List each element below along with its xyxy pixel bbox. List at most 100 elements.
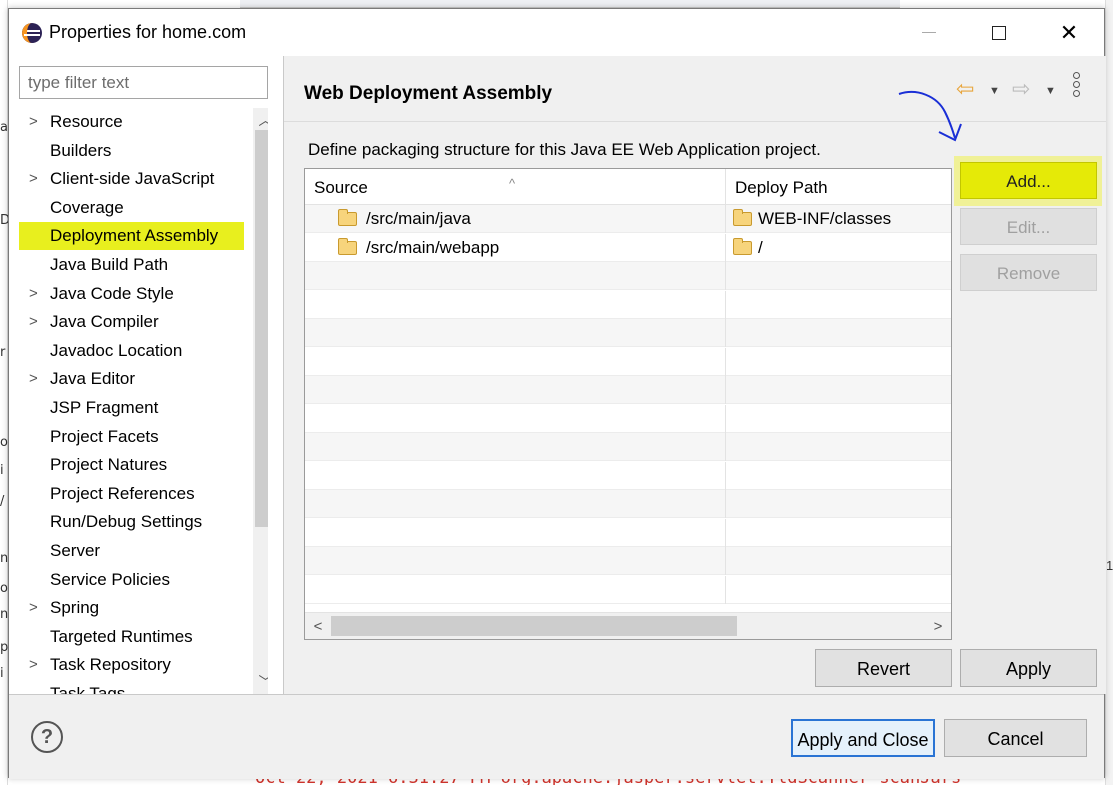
deploy-path-cell: [726, 291, 951, 319]
table-row[interactable]: [305, 376, 951, 404]
table-row[interactable]: /src/main/webapp /: [305, 233, 951, 262]
expand-chevron-icon[interactable]: >: [29, 594, 43, 622]
tree-item[interactable]: > Spring: [19, 594, 244, 622]
remove-button[interactable]: Remove: [960, 254, 1097, 291]
forward-arrow-icon[interactable]: ⇨: [1012, 76, 1030, 102]
close-button[interactable]: ✕: [1034, 9, 1104, 56]
tree-item[interactable]: Task Tags: [19, 680, 244, 694]
table-row[interactable]: [305, 319, 951, 347]
cancel-button[interactable]: Cancel: [944, 719, 1087, 757]
column-header-label: Deploy Path: [735, 178, 828, 197]
expand-chevron-icon[interactable]: >: [29, 651, 43, 679]
scroll-down-icon[interactable]: ﹀: [253, 672, 269, 692]
tree-item[interactable]: > Java Editor: [19, 365, 244, 393]
tree-item[interactable]: > Java Compiler: [19, 308, 244, 336]
source-cell: /src/main/java: [305, 205, 726, 233]
tree-item[interactable]: Run/Debug Settings: [19, 508, 244, 536]
help-icon[interactable]: ?: [31, 721, 63, 753]
scrollbar-thumb[interactable]: [255, 130, 268, 527]
table-row[interactable]: [305, 262, 951, 290]
tree-item-label: Task Tags: [50, 684, 126, 694]
table-row[interactable]: [305, 575, 951, 604]
expand-chevron-icon[interactable]: >: [29, 365, 43, 393]
scrollbar-thumb[interactable]: [331, 616, 737, 636]
tree-item[interactable]: Targeted Runtimes: [19, 623, 244, 651]
table-row[interactable]: [305, 461, 951, 490]
folder-icon: [733, 237, 752, 255]
edit-button[interactable]: Edit...: [960, 208, 1097, 245]
expand-chevron-icon[interactable]: >: [29, 308, 43, 336]
tree-item[interactable]: Builders: [19, 137, 244, 165]
source-cell: [305, 404, 726, 433]
table-row[interactable]: /src/main/java WEB-INF/classes: [305, 205, 951, 233]
tree-item[interactable]: > Client-side JavaScript: [19, 165, 244, 193]
scroll-right-icon[interactable]: >: [927, 613, 949, 639]
source-cell: [305, 461, 726, 490]
tree-item[interactable]: JSP Fragment: [19, 394, 244, 422]
apply-button[interactable]: Apply: [960, 649, 1097, 687]
table-row[interactable]: [305, 290, 951, 319]
scroll-up-icon[interactable]: ︿: [253, 110, 269, 130]
table-row[interactable]: [305, 547, 951, 575]
tree-item[interactable]: Deployment Assembly: [19, 222, 244, 251]
table-horizontal-scrollbar[interactable]: < >: [305, 612, 951, 639]
tree-item-label: Task Repository: [50, 655, 171, 675]
back-dropdown-icon[interactable]: ▼: [989, 78, 1000, 104]
source-cell: [305, 490, 726, 518]
deploy-path-cell: [726, 262, 951, 290]
revert-button[interactable]: Revert: [815, 649, 952, 687]
tree-item[interactable]: Java Build Path: [19, 251, 244, 279]
tree-item-label: Project Facets: [50, 426, 159, 446]
tree-item[interactable]: Service Policies: [19, 566, 244, 594]
table-header: ^ Source Deploy Path: [305, 169, 951, 205]
expand-chevron-icon[interactable]: >: [29, 280, 43, 308]
tree-item-label: Spring: [50, 598, 100, 618]
table-row[interactable]: [305, 490, 951, 518]
tree-item-label: Java Editor: [50, 369, 136, 389]
deploy-path-cell: WEB-INF/classes: [726, 205, 951, 233]
tree-item[interactable]: > Java Code Style: [19, 280, 244, 308]
tree-item[interactable]: Server: [19, 537, 244, 565]
column-header-source[interactable]: ^ Source: [305, 169, 726, 205]
forward-dropdown-icon[interactable]: ▼: [1045, 78, 1056, 104]
annotation-arrow-icon: [898, 91, 962, 142]
background-ide-right-edge: 1: [1105, 0, 1113, 785]
table-row[interactable]: [305, 347, 951, 376]
tree-item[interactable]: > Task Repository: [19, 651, 244, 679]
maximize-button[interactable]: [964, 9, 1034, 56]
tree-item[interactable]: Project Facets: [19, 423, 244, 451]
expand-chevron-icon[interactable]: >: [29, 165, 43, 193]
tree-item[interactable]: Project Natures: [19, 451, 244, 479]
add-button[interactable]: Add...: [960, 162, 1097, 199]
tree-item[interactable]: > Resource: [19, 108, 244, 136]
apply-and-close-button[interactable]: Apply and Close: [791, 719, 935, 757]
background-edge-char: 1: [1106, 558, 1113, 573]
background-edge-char: o: [0, 435, 8, 450]
deploy-path-cell: [726, 490, 951, 518]
column-header-deploy-path[interactable]: Deploy Path: [726, 169, 951, 205]
tree-item-label: Coverage: [50, 197, 124, 217]
table-row[interactable]: [305, 404, 951, 433]
tree-item-label: Java Build Path: [50, 255, 169, 274]
minimize-icon: [922, 32, 936, 33]
tree-item[interactable]: Coverage: [19, 194, 244, 222]
minimize-button[interactable]: [894, 9, 964, 56]
scroll-left-icon[interactable]: <: [307, 613, 329, 639]
tree-item-label: Deployment Assembly: [50, 226, 219, 246]
background-ide-left-edge: a Dr o i / n o n p i: [0, 0, 10, 785]
source-cell: [305, 290, 726, 319]
view-menu-icon[interactable]: [1073, 72, 1083, 100]
source-path: /src/main/java: [366, 209, 471, 228]
source-cell: [305, 347, 726, 376]
table-row[interactable]: [305, 518, 951, 547]
tree-item-label: Project References: [50, 483, 195, 503]
table-row[interactable]: [305, 433, 951, 461]
tree-item[interactable]: Javadoc Location: [19, 337, 244, 365]
tree-vertical-scrollbar[interactable]: ︿ ﹀: [253, 108, 268, 694]
tree-item[interactable]: Project References: [19, 480, 244, 508]
filter-input[interactable]: [19, 66, 268, 99]
expand-chevron-icon[interactable]: >: [29, 108, 43, 136]
dialog-footer: ? Apply and Close Cancel: [9, 695, 1104, 779]
source-cell: [305, 433, 726, 461]
tree-item-label: Targeted Runtimes: [50, 626, 193, 646]
